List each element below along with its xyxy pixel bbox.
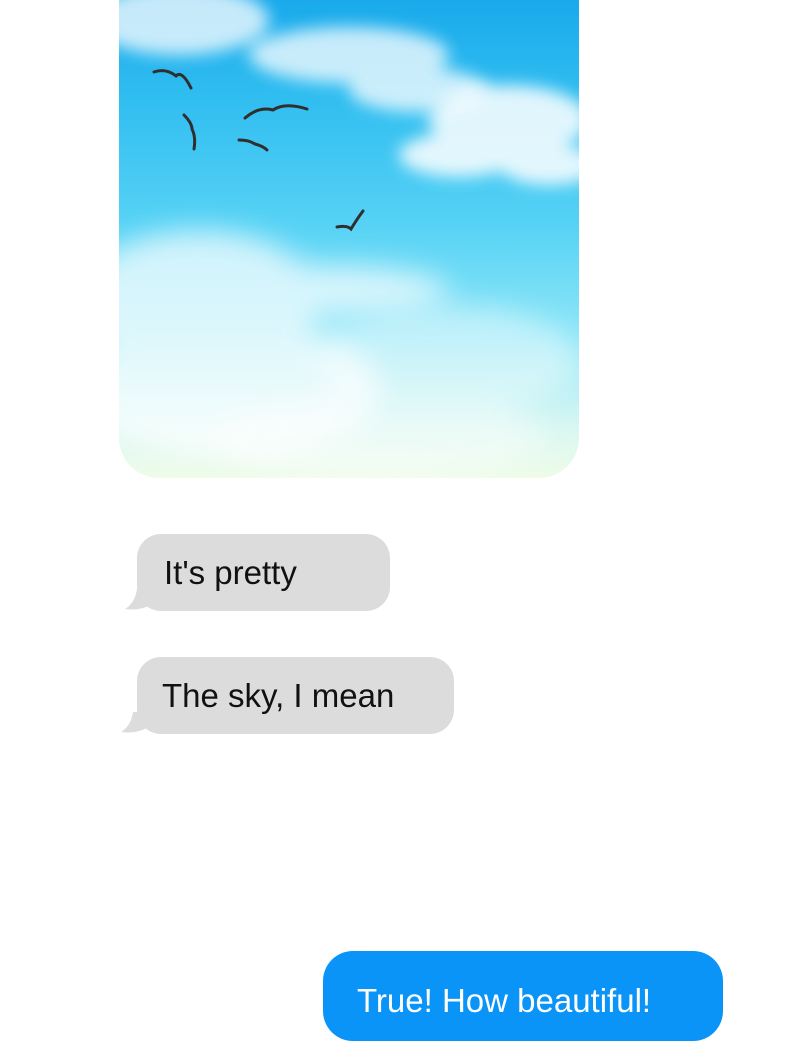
- bird: [335, 209, 365, 232]
- birds: [152, 69, 365, 232]
- sky-photo: [119, 0, 579, 478]
- incoming-message-bubble[interactable]: It's pretty: [137, 534, 390, 611]
- message-text: The sky, I mean: [162, 677, 395, 714]
- outgoing-message-bubble[interactable]: True! How beautiful!: [323, 951, 723, 1041]
- cloud: [119, 0, 489, 112]
- message-text: It's pretty: [164, 554, 297, 591]
- message-text: True! How beautiful!: [357, 982, 652, 1019]
- message-thread: It's pretty The sky, I mean True! How be…: [0, 0, 800, 1041]
- sky-photo-message[interactable]: [119, 0, 579, 478]
- incoming-message-bubble[interactable]: The sky, I mean: [137, 657, 454, 734]
- bird: [237, 138, 269, 152]
- incoming-message: The sky, I mean: [121, 657, 454, 734]
- bird: [243, 104, 309, 120]
- incoming-message: It's pretty: [125, 534, 390, 611]
- bird: [182, 113, 197, 151]
- bird: [152, 69, 193, 90]
- outgoing-message: True! How beautiful!: [323, 951, 723, 1041]
